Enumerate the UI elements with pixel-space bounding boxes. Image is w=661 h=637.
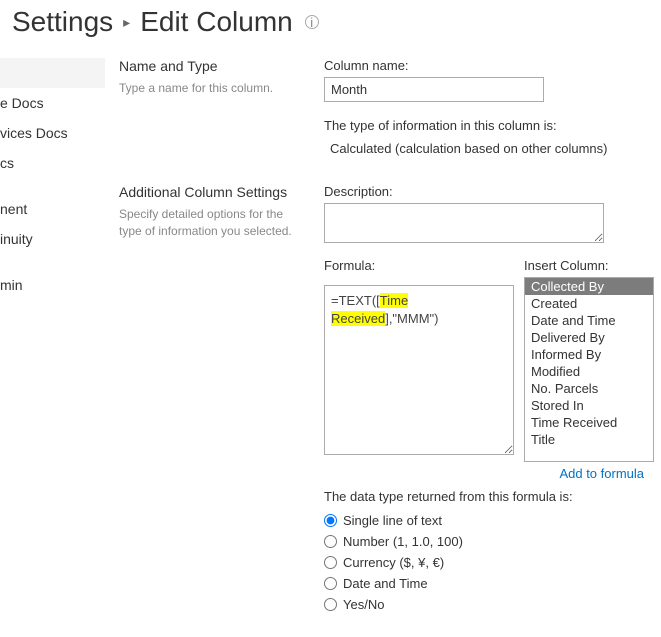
page-header: Settings ▸ Edit Column i	[0, 0, 661, 52]
datatype-option-label: Yes/No	[343, 597, 384, 612]
datatype-radio[interactable]	[324, 577, 337, 590]
column-name-label: Column name:	[324, 58, 654, 73]
insert-column-option[interactable]: Collected By	[525, 278, 653, 295]
nav-item[interactable]: vices Docs	[0, 118, 105, 148]
page-title: Edit Column	[140, 6, 293, 38]
formula-textarea[interactable]: =TEXT([Time Received],"MMM")	[324, 285, 514, 455]
insert-column-option[interactable]: Informed By	[525, 346, 653, 363]
formula-text: =TEXT([	[331, 293, 380, 308]
insert-column-option[interactable]: Delivered By	[525, 329, 653, 346]
add-to-formula-link[interactable]: Add to formula	[559, 466, 644, 481]
nav-item[interactable]: cs	[0, 148, 105, 178]
left-nav: e Docs vices Docs cs nent inuity min	[0, 52, 105, 625]
section-description: Specify detailed options for the type of…	[119, 206, 304, 240]
datatype-option[interactable]: Currency ($, ¥, €)	[324, 552, 654, 573]
nav-item[interactable]	[0, 58, 105, 88]
datatype-radio[interactable]	[324, 514, 337, 527]
formula-label: Formula:	[324, 258, 514, 273]
datatype-radio[interactable]	[324, 556, 337, 569]
formula-text: ],"MMM")	[385, 311, 438, 326]
insert-column-list[interactable]: Collected ByCreatedDate and TimeDelivere…	[524, 277, 654, 462]
description-textarea[interactable]	[324, 203, 604, 243]
insert-column-option[interactable]: Date and Time	[525, 312, 653, 329]
insert-column-option[interactable]: Created	[525, 295, 653, 312]
insert-column-option[interactable]: Time Received	[525, 414, 653, 431]
datatype-option-label: Date and Time	[343, 576, 428, 591]
section-additional-settings: Additional Column Settings Specify detai…	[119, 178, 661, 625]
breadcrumb-settings[interactable]: Settings	[12, 6, 113, 38]
info-icon[interactable]: i	[305, 15, 319, 29]
section-title: Additional Column Settings	[119, 184, 304, 200]
insert-column-label: Insert Column:	[524, 258, 654, 273]
nav-item[interactable]: e Docs	[0, 88, 105, 118]
datatype-label: The data type returned from this formula…	[324, 489, 654, 504]
datatype-option[interactable]: Date and Time	[324, 573, 654, 594]
insert-column-option[interactable]: No. Parcels	[525, 380, 653, 397]
datatype-option[interactable]: Number (1, 1.0, 100)	[324, 531, 654, 552]
section-description: Type a name for this column.	[119, 80, 304, 97]
nav-item[interactable]: nent	[0, 194, 105, 224]
type-info-label: The type of information in this column i…	[324, 118, 654, 133]
nav-item[interactable]: inuity	[0, 224, 105, 254]
nav-item[interactable]: min	[0, 270, 105, 300]
chevron-right-icon: ▸	[123, 14, 130, 31]
datatype-radio[interactable]	[324, 598, 337, 611]
insert-column-option[interactable]: Title	[525, 431, 653, 448]
insert-column-option[interactable]: Stored In	[525, 397, 653, 414]
section-title: Name and Type	[119, 58, 304, 74]
datatype-option-label: Currency ($, ¥, €)	[343, 555, 444, 570]
section-name-and-type: Name and Type Type a name for this colum…	[119, 52, 661, 166]
type-info-value: Calculated (calculation based on other c…	[324, 137, 654, 156]
datatype-option[interactable]: Yes/No	[324, 594, 654, 615]
column-name-input[interactable]	[324, 77, 544, 102]
description-label: Description:	[324, 184, 654, 199]
datatype-radio-group: Single line of text Number (1, 1.0, 100) C…	[324, 510, 654, 615]
insert-column-option[interactable]: Modified	[525, 363, 653, 380]
datatype-option-label: Single line of text	[343, 513, 442, 528]
datatype-option[interactable]: Single line of text	[324, 510, 654, 531]
datatype-option-label: Number (1, 1.0, 100)	[343, 534, 463, 549]
datatype-radio[interactable]	[324, 535, 337, 548]
